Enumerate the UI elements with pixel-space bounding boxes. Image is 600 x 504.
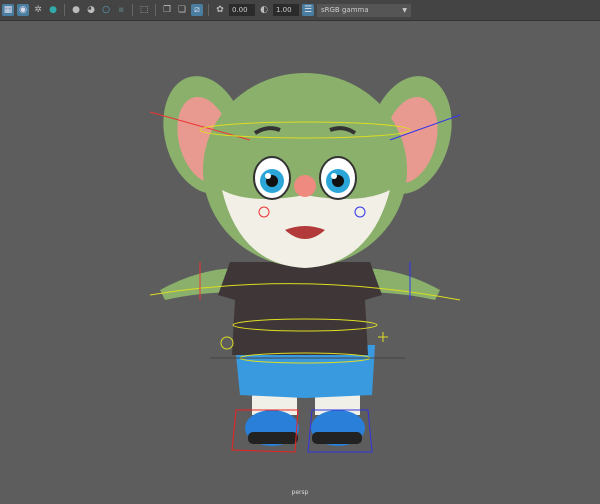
antialias-icon[interactable]: ○	[100, 4, 112, 16]
ambient-occlusion-icon[interactable]: ●	[70, 4, 82, 16]
color-space-dropdown[interactable]: sRGB gamma ▼	[317, 3, 411, 17]
safe-action-icon[interactable]: ⧄	[191, 4, 203, 16]
color-space-value: sRGB gamma	[321, 5, 369, 14]
exposure-icon[interactable]: ✿	[214, 4, 226, 16]
color-management-icon[interactable]: ☰	[302, 4, 314, 16]
light-icon[interactable]: ✲	[32, 4, 44, 16]
motion-blur-icon[interactable]: ◕	[85, 4, 97, 16]
grid-icon[interactable]: ▦	[2, 4, 14, 16]
isolate-select-icon[interactable]: ⬚	[138, 4, 150, 16]
3d-viewport[interactable]: persp	[0, 22, 600, 500]
separator	[155, 4, 156, 16]
shirt	[218, 262, 382, 355]
xray-icon[interactable]: ◉	[17, 4, 29, 16]
viewport-toolbar: ▦ ◉ ✲ ● ● ◕ ○ ▪ ⬚ ❐ ❏ ⧄ ✿ 0.00 ◐ 1.00 ☰ …	[0, 0, 600, 21]
chevron-down-icon: ▼	[402, 6, 407, 14]
separator	[64, 4, 65, 16]
legs	[245, 390, 365, 446]
gamma-icon[interactable]: ◐	[258, 4, 270, 16]
camera-label: persp	[291, 489, 309, 496]
character-model	[149, 73, 461, 453]
exposure-field[interactable]: 0.00	[229, 4, 255, 16]
separator	[208, 4, 209, 16]
resolution-gate-icon[interactable]: ❐	[161, 4, 173, 16]
separator	[132, 4, 133, 16]
gamma-field[interactable]: 1.00	[273, 4, 299, 16]
shadow-icon[interactable]: ●	[47, 4, 59, 16]
gate-mask-icon[interactable]: ❏	[176, 4, 188, 16]
depth-of-field-icon[interactable]: ▪	[115, 4, 127, 16]
nose	[294, 175, 316, 197]
